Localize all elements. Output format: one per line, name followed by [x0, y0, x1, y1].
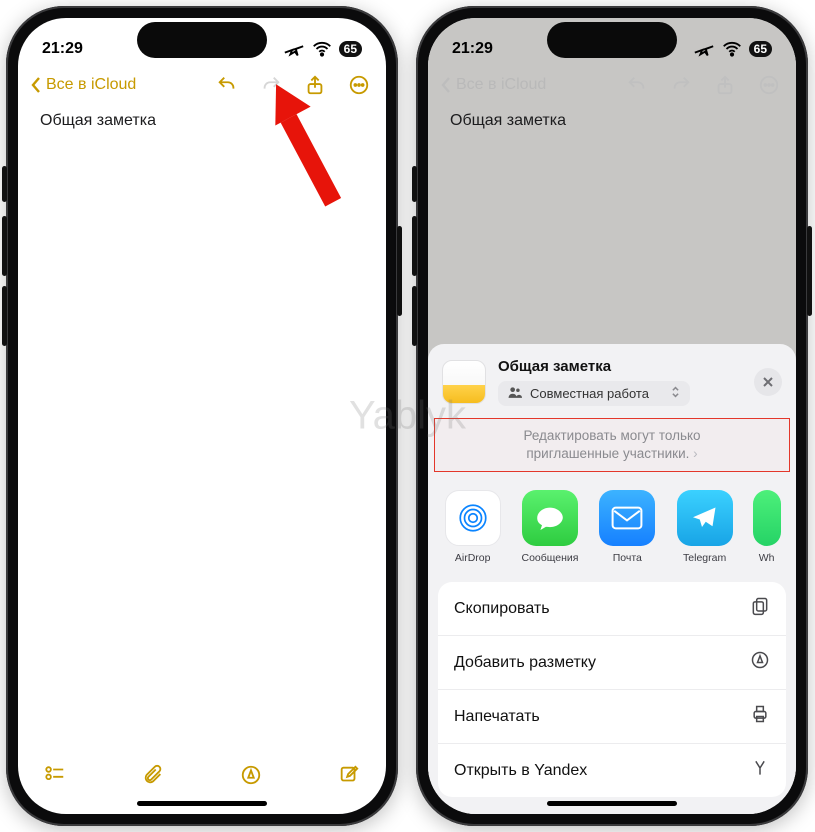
note-content[interactable]: Общая заметка	[18, 102, 386, 140]
chevron-right-icon: ›	[693, 446, 698, 461]
action-print[interactable]: Напечатать	[438, 690, 786, 744]
home-indicator[interactable]	[547, 801, 677, 806]
nav-bar-dimmed: Все в iCloud	[428, 70, 796, 102]
airdrop-icon	[445, 490, 501, 546]
status-time: 21:29	[42, 40, 83, 58]
messages-icon	[522, 490, 578, 546]
back-button: Все в iCloud	[440, 76, 546, 94]
wifi-icon	[311, 38, 333, 60]
markup-pen-icon	[750, 650, 770, 675]
back-label: Все в iCloud	[456, 76, 546, 94]
action-label: Открыть в Yandex	[454, 762, 587, 780]
redo-icon	[260, 74, 282, 96]
markup-icon[interactable]	[240, 764, 262, 786]
printer-icon	[750, 704, 770, 729]
share-app-whatsapp[interactable]: Wh	[751, 490, 782, 564]
airplane-mode-icon	[283, 38, 305, 60]
chevron-updown-icon	[671, 385, 680, 402]
undo-icon[interactable]	[216, 74, 238, 96]
battery-indicator: 65	[749, 41, 772, 57]
perm-text-line2: приглашенные участники.	[526, 446, 689, 461]
more-icon	[758, 74, 780, 96]
share-app-airdrop[interactable]: AirDrop	[442, 490, 503, 564]
action-markup[interactable]: Добавить разметку	[438, 636, 786, 690]
battery-indicator: 65	[339, 41, 362, 57]
app-label: Почта	[613, 552, 642, 564]
iphone-right: 21:29 65 Все в iCloud	[416, 6, 808, 826]
checklist-icon[interactable]	[44, 764, 66, 786]
more-icon[interactable]	[348, 74, 370, 96]
close-sheet-button[interactable]	[754, 368, 782, 396]
action-label: Добавить разметку	[454, 654, 596, 672]
note-content-dimmed: Общая заметка	[428, 102, 796, 140]
nav-bar: Все в iCloud	[18, 70, 386, 102]
share-app-messages[interactable]: Сообщения	[519, 490, 580, 564]
attach-icon[interactable]	[142, 764, 164, 786]
telegram-icon	[677, 490, 733, 546]
action-open-yandex[interactable]: Открыть в Yandex	[438, 744, 786, 797]
share-app-mail[interactable]: Почта	[597, 490, 658, 564]
iphone-left: 21:29 65 Все в iCloud	[6, 6, 398, 826]
people-icon	[508, 386, 522, 401]
back-label: Все в iCloud	[46, 76, 136, 94]
copy-icon	[750, 596, 770, 621]
compose-icon[interactable]	[338, 764, 360, 786]
action-label: Скопировать	[454, 600, 550, 618]
dynamic-island	[137, 22, 267, 58]
home-indicator[interactable]	[137, 801, 267, 806]
mail-icon	[599, 490, 655, 546]
collaboration-mode-chip[interactable]: Совместная работа	[498, 381, 690, 406]
share-apps-row: AirDrop Сообщения Почта	[428, 480, 796, 572]
dynamic-island	[547, 22, 677, 58]
perm-text-line1: Редактировать могут только	[523, 428, 700, 443]
wifi-icon	[721, 38, 743, 60]
app-label: AirDrop	[455, 552, 491, 564]
share-doc-title: Общая заметка	[498, 358, 742, 375]
collab-mode-label: Совместная работа	[530, 386, 649, 401]
back-button[interactable]: Все в iCloud	[30, 76, 136, 94]
document-thumbnail-icon	[442, 360, 486, 404]
action-label: Напечатать	[454, 708, 540, 726]
status-time: 21:29	[452, 40, 493, 58]
collaboration-permissions-row[interactable]: Редактировать могут только приглашенные …	[434, 418, 790, 472]
share-sheet: Общая заметка Совместная работа	[428, 344, 796, 814]
airplane-mode-icon	[693, 38, 715, 60]
share-app-telegram[interactable]: Telegram	[674, 490, 735, 564]
app-label: Telegram	[683, 552, 726, 564]
app-label: Сообщения	[521, 552, 578, 564]
yandex-icon	[750, 758, 770, 783]
undo-icon	[626, 74, 648, 96]
share-icon	[714, 74, 736, 96]
action-copy[interactable]: Скопировать	[438, 582, 786, 636]
redo-icon	[670, 74, 692, 96]
share-actions-list: Скопировать Добавить разметку Напечатать	[438, 582, 786, 797]
whatsapp-icon	[753, 490, 781, 546]
app-label: Wh	[759, 552, 775, 564]
share-icon[interactable]	[304, 74, 326, 96]
